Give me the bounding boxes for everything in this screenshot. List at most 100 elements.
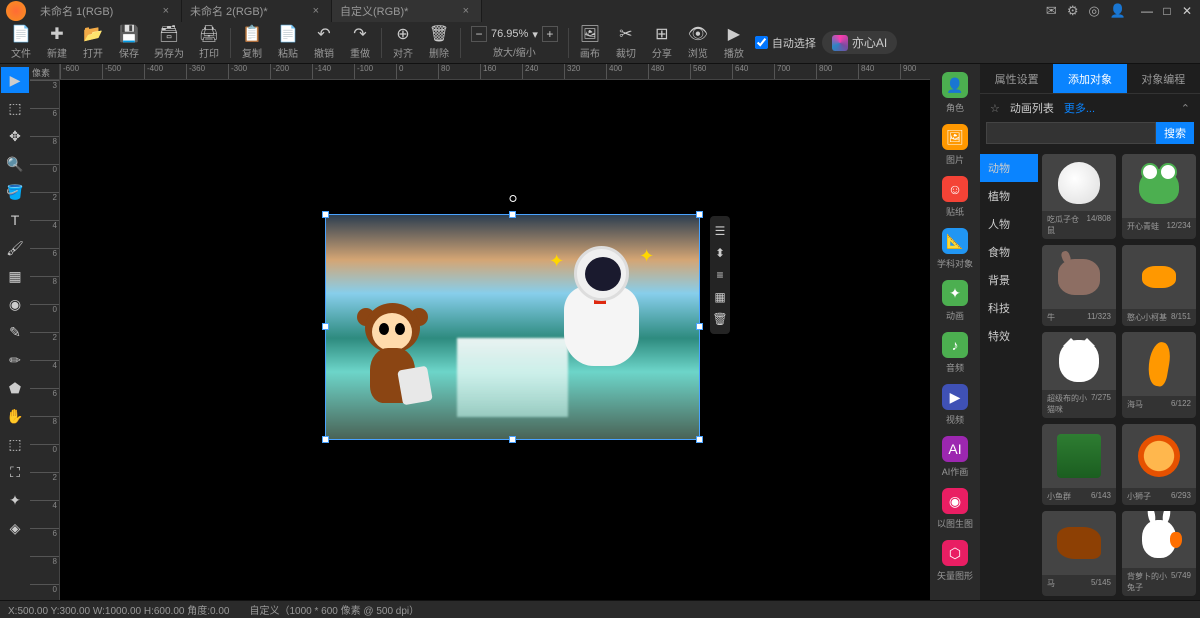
category-AI作画[interactable]: AIAI作画 [930, 436, 980, 478]
auto-select-checkbox[interactable] [755, 36, 768, 49]
more-link[interactable]: 更多... [1064, 100, 1095, 116]
ai-button[interactable]: 亦心AI [822, 31, 897, 54]
tool-7[interactable]: ◉ [1, 291, 29, 317]
tab-close-icon[interactable]: × [459, 5, 473, 17]
tool-5[interactable]: 🖌 [1, 235, 29, 261]
toolbar-播放[interactable]: ▶播放 [719, 23, 749, 62]
asset-category-人物[interactable]: 人物 [980, 210, 1038, 238]
category-角色[interactable]: 👤角色 [930, 72, 980, 114]
rotate-handle[interactable] [509, 195, 516, 202]
asset-category-动物[interactable]: 动物 [980, 154, 1038, 182]
panel-tab-属性设置[interactable]: 属性设置 [980, 64, 1053, 93]
tool-14[interactable]: ✦ [1, 487, 29, 513]
asset-item[interactable]: 牛11/323 [1042, 245, 1116, 326]
toolbar-打开[interactable]: 📂打开 [78, 23, 108, 62]
collapse-icon[interactable]: ⌃ [1181, 102, 1190, 115]
panel-tab-对象编程[interactable]: 对象编程 [1127, 64, 1200, 93]
astronaut-character[interactable]: ✦ ✦ [539, 226, 669, 406]
category-动画[interactable]: ✦动画 [930, 280, 980, 322]
asset-item[interactable]: 马5/145 [1042, 511, 1116, 596]
monkey-character[interactable] [345, 288, 440, 428]
toolbar-裁切[interactable]: ✂裁切 [611, 23, 641, 62]
maximize-button[interactable]: □ [1158, 2, 1176, 20]
layer-tool-3[interactable]: ▦ [710, 286, 730, 308]
asset-category-植物[interactable]: 植物 [980, 182, 1038, 210]
document-tab[interactable]: 未命名 1(RGB)× [32, 0, 182, 22]
toolbar-撤销[interactable]: ↶撤销 [309, 23, 339, 62]
tool-12[interactable]: ⬚ [1, 431, 29, 457]
tab-close-icon[interactable]: × [159, 5, 173, 17]
zoom-in-button[interactable]: + [542, 26, 558, 42]
toolbar-保存[interactable]: 💾保存 [114, 23, 144, 62]
toolbar-重做[interactable]: ↷重做 [345, 23, 375, 62]
toolbar-画布[interactable]: 🖼画布 [575, 23, 605, 62]
category-矢量图形[interactable]: ⬡矢量图形 [930, 540, 980, 582]
category-学科对象[interactable]: 📐学科对象 [930, 228, 980, 270]
layer-tool-4[interactable]: 🗑 [710, 308, 730, 330]
asset-item[interactable]: 海马6/122 [1122, 332, 1196, 417]
favorite-icon[interactable]: ☆ [990, 102, 1000, 115]
category-音频[interactable]: ♪音频 [930, 332, 980, 374]
compass-icon[interactable]: ◎ [1088, 3, 1099, 19]
tool-8[interactable]: ✎ [1, 319, 29, 345]
tool-10[interactable]: ⬟ [1, 375, 29, 401]
tool-13[interactable]: ⛶ [1, 459, 29, 485]
tool-3[interactable]: 🪣 [1, 179, 29, 205]
category-贴纸[interactable]: ☺贴纸 [930, 176, 980, 218]
tool-0[interactable]: ⬚ [1, 95, 29, 121]
asset-category-背景[interactable]: 背景 [980, 266, 1038, 294]
toolbar-浏览[interactable]: 👁浏览 [683, 23, 713, 62]
asset-item[interactable]: 小鱼群6/143 [1042, 424, 1116, 505]
document-tab[interactable]: 自定义(RGB)*× [332, 0, 482, 22]
category-视频[interactable]: ▶视频 [930, 384, 980, 426]
category-图片[interactable]: 🖼图片 [930, 124, 980, 166]
tool-4[interactable]: T [1, 207, 29, 233]
tool-2[interactable]: 🔍 [1, 151, 29, 177]
layer-tool-0[interactable]: ☰ [710, 220, 730, 242]
canvas-viewport[interactable]: 像素 -600-500-400-360-300-200-140-10008016… [30, 64, 930, 600]
toolbar-删除[interactable]: 🗑删除 [424, 23, 454, 62]
toolbar-对齐[interactable]: ⊕对齐 [388, 23, 418, 62]
resize-handle-e[interactable] [696, 323, 703, 330]
settings-icon[interactable]: ⚙ [1067, 3, 1079, 19]
search-button[interactable]: 搜索 [1156, 122, 1194, 144]
resize-handle-ne[interactable] [696, 211, 703, 218]
asset-item[interactable]: 超级布的小猫咪7/275 [1042, 332, 1116, 417]
resize-handle-n[interactable] [509, 211, 516, 218]
mail-icon[interactable]: ✉ [1046, 3, 1057, 19]
zoom-out-button[interactable]: − [471, 26, 487, 42]
zoom-dropdown-icon[interactable]: ▾ [532, 28, 538, 41]
close-button[interactable]: ✕ [1178, 2, 1196, 20]
search-input[interactable] [986, 122, 1156, 144]
toolbar-分享[interactable]: ⊞分享 [647, 23, 677, 62]
asset-item[interactable]: 吃瓜子仓鼠14/808 [1042, 154, 1116, 239]
asset-item[interactable]: 开心青蛙12/234 [1122, 154, 1196, 239]
asset-item[interactable]: 憨心小柯基8/151 [1122, 245, 1196, 326]
toolbar-复制[interactable]: 📋复制 [237, 23, 267, 62]
layer-tool-1[interactable]: ⬍ [710, 242, 730, 264]
toolbar-粘贴[interactable]: 📄粘贴 [273, 23, 303, 62]
asset-item[interactable]: 背萝卜的小兔子5/749 [1122, 511, 1196, 596]
panel-tab-添加对象[interactable]: 添加对象 [1053, 64, 1126, 93]
toolbar-打印[interactable]: 🖨打印 [194, 23, 224, 62]
tool-1[interactable]: ✥ [1, 123, 29, 149]
tool-15[interactable]: ◈ [1, 515, 29, 541]
resize-handle-s[interactable] [509, 436, 516, 443]
tool-6[interactable]: ▦ [1, 263, 29, 289]
tab-close-icon[interactable]: × [309, 5, 323, 17]
asset-category-特效[interactable]: 特效 [980, 322, 1038, 350]
canvas-selection[interactable]: ✦ ✦ [325, 214, 700, 440]
category-以图生图[interactable]: ◉以图生图 [930, 488, 980, 530]
toolbar-文件[interactable]: 📄文件 [6, 23, 36, 62]
resize-handle-nw[interactable] [322, 211, 329, 218]
asset-category-科技[interactable]: 科技 [980, 294, 1038, 322]
tool-9[interactable]: ✏ [1, 347, 29, 373]
resize-handle-sw[interactable] [322, 436, 329, 443]
toolbar-新建[interactable]: ✚新建 [42, 23, 72, 62]
auto-select-toggle[interactable]: 自动选择 [755, 35, 816, 51]
toolbar-另存为[interactable]: 🗃另存为 [150, 23, 188, 62]
tool-11[interactable]: ✋ [1, 403, 29, 429]
asset-category-食物[interactable]: 食物 [980, 238, 1038, 266]
document-tab[interactable]: 未命名 2(RGB)*× [182, 0, 332, 22]
minimize-button[interactable]: — [1138, 2, 1156, 20]
